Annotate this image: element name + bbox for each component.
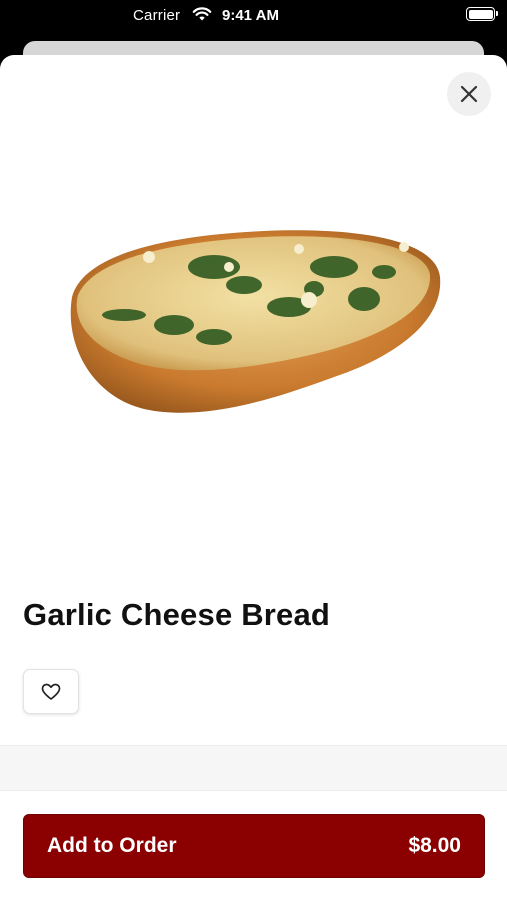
item-detail-sheet: Garlic Cheese Bread Add to Order $8.00 [0, 55, 507, 900]
item-price: $8.00 [408, 834, 461, 857]
wifi-icon [192, 7, 212, 21]
favorite-button[interactable] [23, 669, 79, 714]
battery-icon [466, 7, 498, 21]
garlic-bread-image [70, 230, 441, 413]
close-button[interactable] [447, 72, 491, 116]
clock-time: 9:41 AM [222, 7, 279, 24]
section-divider [0, 745, 507, 791]
add-to-order-button[interactable]: Add to Order $8.00 [23, 814, 485, 878]
close-icon [460, 85, 478, 103]
add-to-order-label: Add to Order [47, 834, 177, 857]
item-title: Garlic Cheese Bread [23, 597, 331, 632]
heart-outline-icon [41, 683, 61, 700]
status-bar: Carrier 9:41 AM [0, 0, 507, 34]
carrier-label: Carrier [133, 7, 181, 24]
